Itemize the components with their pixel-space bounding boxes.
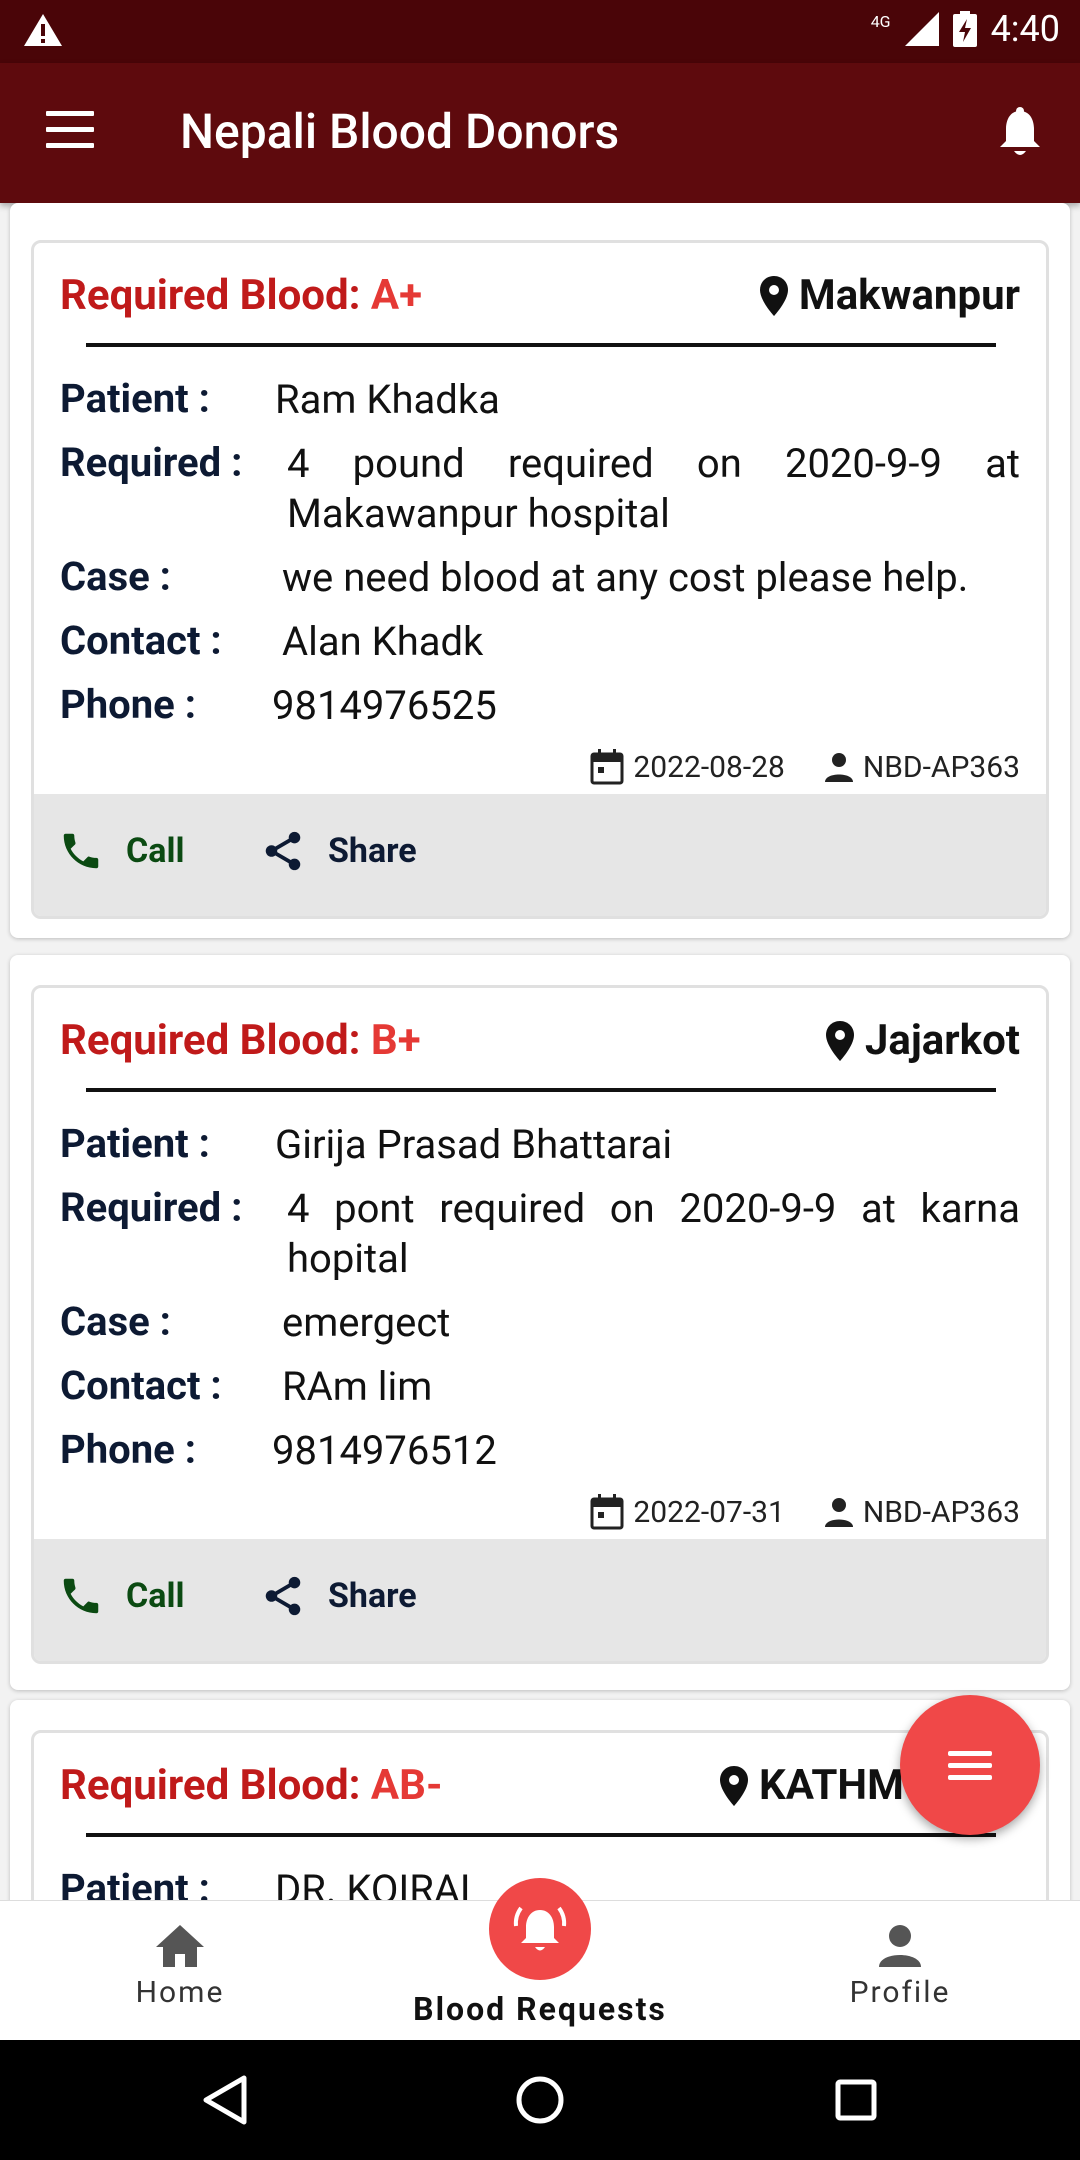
- post-meta: 2022-07-31 NBD-AP363: [589, 1493, 1020, 1531]
- phone-icon: [63, 1578, 99, 1614]
- contact-label: Contact :: [60, 617, 222, 664]
- phone-label: Phone :: [60, 681, 196, 728]
- nav-blood-requests[interactable]: Blood Requests: [380, 1878, 700, 2041]
- share-icon: [265, 1576, 301, 1616]
- location-name: KATHM: [759, 1761, 904, 1810]
- required-detail: 4 pound required on 2020-9-9 at Makawanp…: [287, 440, 1020, 537]
- phone-number: 9814976525: [272, 682, 497, 729]
- contact-name: Alan Khadk: [282, 618, 484, 665]
- case-detail: emergect: [282, 1299, 451, 1346]
- warning-icon: [24, 14, 62, 46]
- calendar-icon: [590, 1494, 624, 1530]
- patient-label: Patient :: [60, 375, 210, 422]
- menu-icon[interactable]: [46, 111, 94, 151]
- blood-requests-active-indicator: [489, 1878, 591, 1980]
- case-label: Case :: [60, 553, 171, 600]
- battery-icon: [952, 11, 977, 47]
- blood-group: B+: [370, 1016, 421, 1065]
- patient-label: Patient :: [60, 1120, 210, 1167]
- signal-icon: [904, 12, 939, 46]
- case-label: Case :: [60, 1298, 171, 1345]
- back-icon[interactable]: [202, 2075, 248, 2125]
- required-blood-label: Required Blood:: [60, 271, 371, 320]
- share-icon: [265, 831, 301, 871]
- location-pin-icon: [759, 275, 788, 316]
- notification-bell-icon[interactable]: [998, 107, 1042, 159]
- home-circle-icon[interactable]: [515, 2075, 565, 2125]
- post-date: 2022-07-31: [633, 1494, 785, 1530]
- required-detail: 4 pont required on 2020-9-9 at karna hop…: [287, 1185, 1020, 1282]
- patient-name: DR. KOIRAL: [275, 1866, 482, 1900]
- phone-icon: [63, 833, 99, 869]
- required-blood: Required Blood: A+: [60, 271, 422, 320]
- network-type: 4G: [870, 12, 891, 31]
- call-button[interactable]: Call: [58, 828, 184, 874]
- card-actions: Call Share: [34, 1539, 1046, 1661]
- bottom-navigation: Home Blood Requests Profile: [0, 1878, 1080, 2041]
- system-navigation-bar: [0, 2040, 1080, 2160]
- location-name: Jajarkot: [864, 1016, 1020, 1065]
- case-detail: we need blood at any cost please help.: [282, 554, 969, 601]
- user-id: NBD-AP363: [862, 749, 1020, 785]
- post-date: 2022-08-28: [633, 749, 785, 785]
- share-button[interactable]: Share: [260, 1573, 417, 1619]
- calendar-icon: [590, 749, 624, 785]
- required-label: Required :: [60, 1184, 243, 1231]
- user-icon: [824, 1498, 853, 1527]
- alarm-bell-icon: [513, 1906, 567, 1951]
- share-button[interactable]: Share: [260, 828, 417, 874]
- request-card: Required Blood: A+ Makwanpur Patient : Ra…: [10, 203, 1070, 938]
- clock: 4:40: [990, 8, 1060, 50]
- required-blood: Required Blood: B+: [60, 1016, 421, 1065]
- nav-blood-requests-label: Blood Requests: [413, 1990, 667, 2028]
- app-bar: Nepali Blood Donors: [0, 63, 1080, 203]
- contact-name: RAm lim: [282, 1363, 433, 1410]
- share-label: Share: [328, 1576, 417, 1616]
- recents-icon[interactable]: [835, 2079, 877, 2121]
- status-bar: 4G 4:40: [0, 0, 1080, 63]
- card-actions: Call Share: [34, 794, 1046, 916]
- location: Jajarkot: [825, 1016, 1020, 1065]
- user-id: NBD-AP363: [862, 1494, 1020, 1530]
- blood-group: AB-: [370, 1761, 443, 1810]
- location-pin-icon: [825, 1020, 854, 1061]
- call-button[interactable]: Call: [58, 1573, 184, 1619]
- location: Makwanpur: [759, 271, 1020, 320]
- fab-menu-button[interactable]: [900, 1695, 1040, 1835]
- phone-label: Phone :: [60, 1426, 196, 1473]
- user-icon: [824, 753, 853, 782]
- location-name: Makwanpur: [798, 271, 1020, 320]
- nav-profile-label: Profile: [849, 1975, 951, 2010]
- required-blood: Required Blood: AB-: [60, 1761, 443, 1810]
- call-label: Call: [126, 1576, 185, 1616]
- required-blood-label: Required Blood:: [60, 1016, 371, 1065]
- profile-icon: [879, 1925, 921, 1967]
- nav-profile[interactable]: Profile: [820, 1901, 980, 2041]
- request-card: Required Blood: B+ Jajarkot Patient : Gir…: [10, 955, 1070, 1690]
- location-pin-icon: [720, 1765, 748, 1806]
- contact-label: Contact :: [60, 1362, 222, 1409]
- call-label: Call: [126, 831, 185, 871]
- post-meta: 2022-08-28 NBD-AP363: [589, 748, 1020, 786]
- patient-name: Girija Prasad Bhattarai: [275, 1121, 673, 1168]
- required-label: Required :: [60, 439, 243, 486]
- home-icon: [156, 1925, 204, 1967]
- required-blood-label: Required Blood:: [60, 1761, 371, 1810]
- request-list[interactable]: Required Blood: A+ Makwanpur Patient : Ra…: [0, 203, 1080, 1900]
- blood-group: A+: [370, 271, 423, 320]
- nav-home-label: Home: [135, 1975, 225, 2010]
- phone-number: 9814976512: [272, 1427, 497, 1474]
- patient-name: Ram Khadka: [275, 376, 500, 423]
- location: KATHM: [719, 1761, 904, 1810]
- share-label: Share: [328, 831, 417, 871]
- nav-home[interactable]: Home: [100, 1901, 260, 2041]
- app-title: Nepali Blood Donors: [180, 103, 620, 160]
- patient-label: Patient :: [60, 1865, 210, 1900]
